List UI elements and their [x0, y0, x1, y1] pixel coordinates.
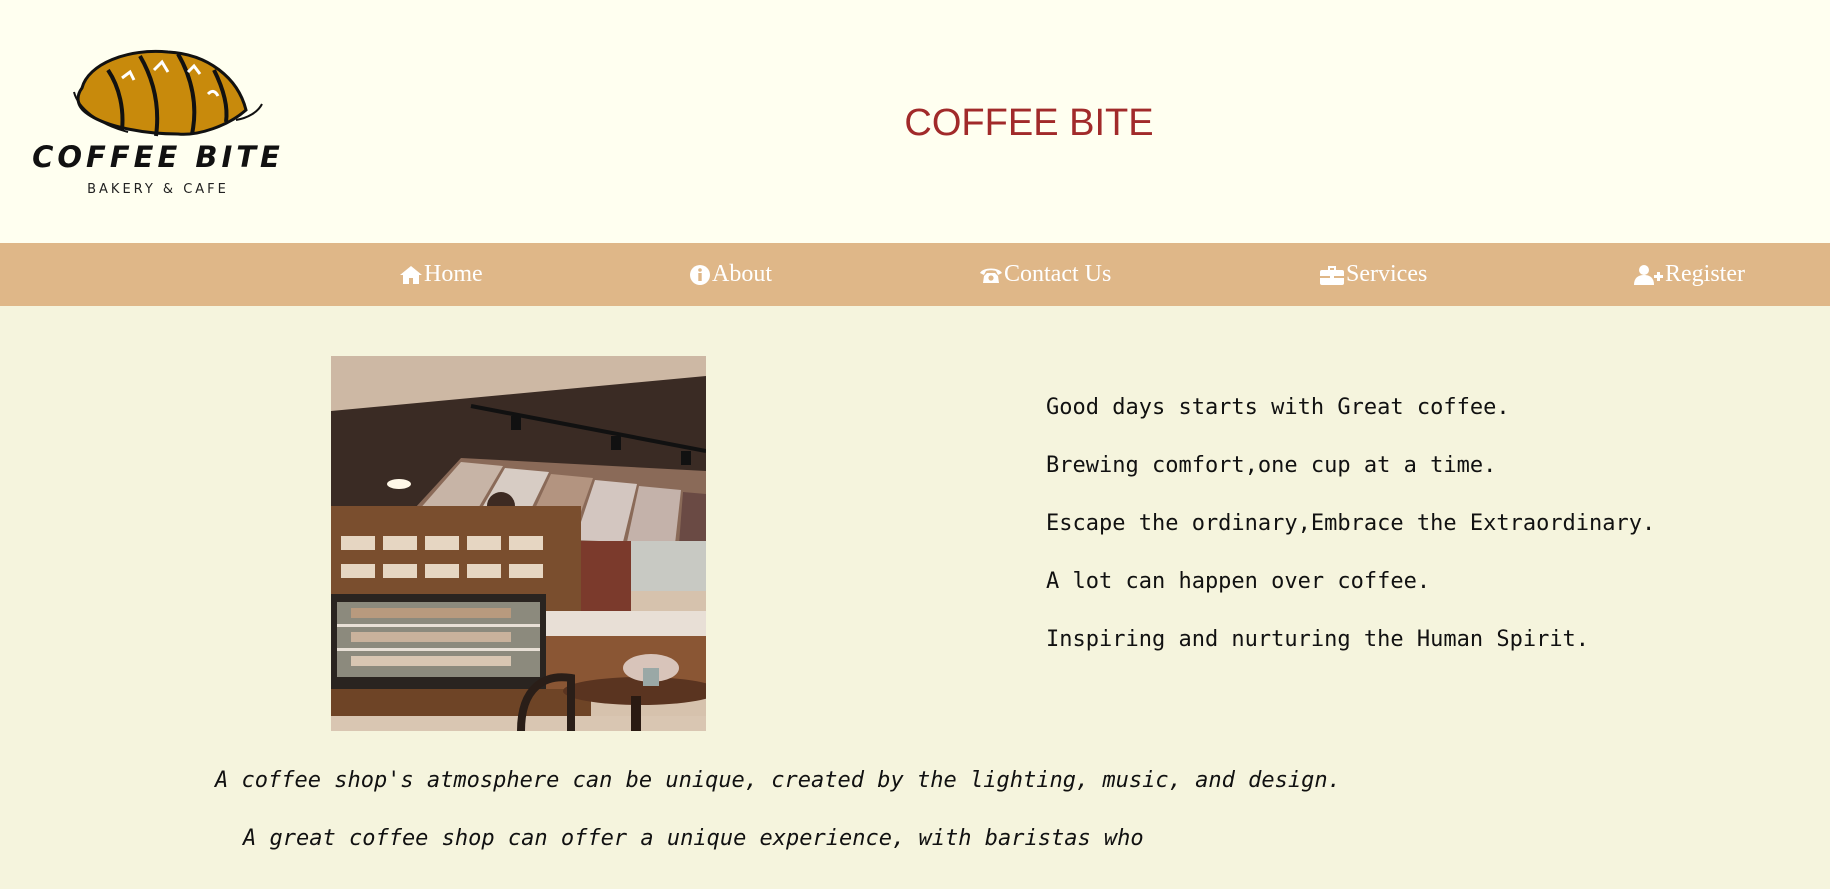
nav-label-home: Home	[424, 261, 483, 287]
phone-icon	[980, 268, 1002, 283]
nav-item-home[interactable]: Home	[399, 243, 483, 306]
description-line: A coffee shop's atmosphere can be unique…	[215, 768, 1341, 793]
cafe-interior-photo	[331, 356, 706, 731]
description-line: A great coffee shop can offer a unique e…	[243, 826, 1144, 851]
quote-item: Escape the ordinary,Embrace the Extraord…	[1046, 511, 1656, 536]
quote-item: Brewing comfort,one cup at a time.	[1046, 453, 1497, 478]
quote-item: Good days starts with Great coffee.	[1046, 395, 1510, 420]
page-title: COFFEE BITE	[904, 102, 1154, 144]
info-circle-icon	[690, 264, 710, 285]
quote-item: A lot can happen over coffee.	[1046, 569, 1431, 594]
logo-tagline: BAKERY & CAFE	[87, 182, 229, 197]
site-header: COFFEE BITE BAKERY & CAFE COFFEE BITE	[0, 0, 1830, 243]
nav-item-services[interactable]: Services	[1319, 243, 1427, 306]
nav-label-about: About	[712, 261, 772, 287]
user-plus-icon	[1634, 264, 1663, 285]
nav-label-register: Register	[1665, 261, 1745, 287]
quote-item: Inspiring and nurturing the Human Spirit…	[1046, 627, 1590, 652]
nav-label-contact: Contact Us	[1004, 261, 1112, 287]
nav-item-about[interactable]: About	[689, 243, 772, 306]
nav-label-services: Services	[1346, 261, 1428, 287]
nav-item-contact[interactable]: Contact Us	[979, 243, 1111, 306]
briefcase-icon	[1320, 265, 1344, 285]
quotes-list: Good days starts with Great coffee. Brew…	[1046, 392, 1655, 682]
main-nav: Home About Contact Us Services Register	[0, 243, 1830, 306]
nav-item-register[interactable]: Register	[1634, 243, 1745, 306]
logo-wordmark: COFFEE BITE	[32, 140, 284, 174]
home-icon	[400, 265, 422, 284]
